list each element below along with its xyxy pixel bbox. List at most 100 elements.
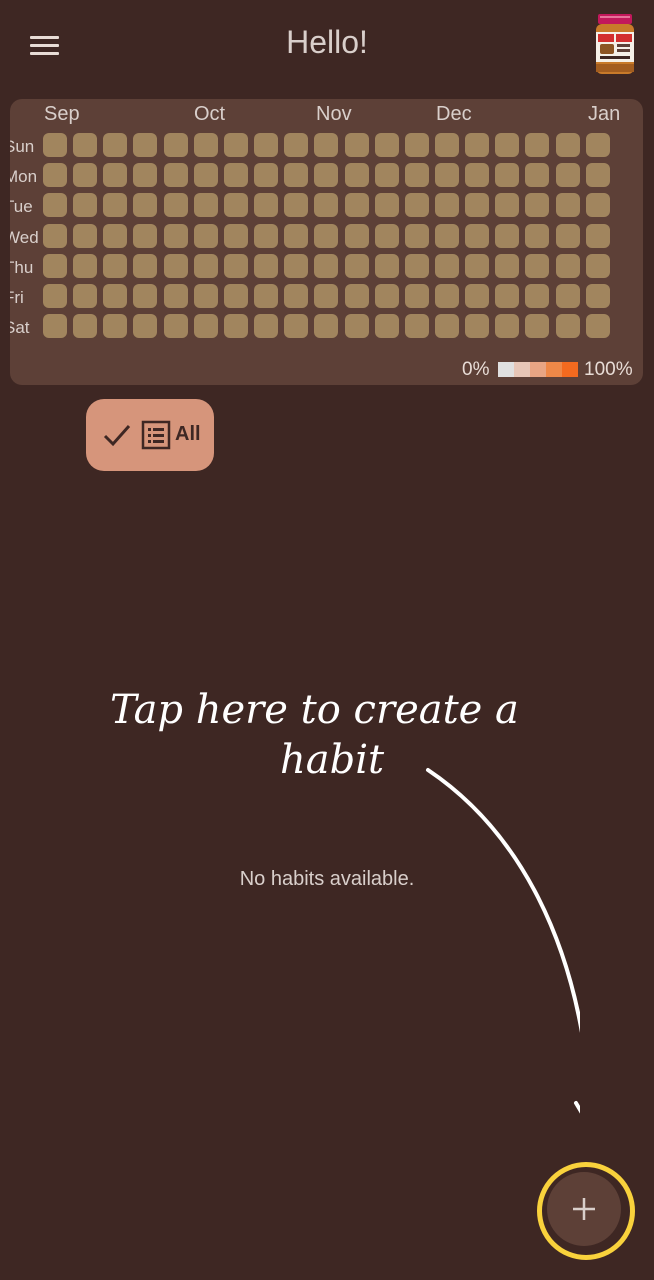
heatmap-cell[interactable] — [404, 223, 429, 248]
heatmap-cell[interactable] — [465, 223, 490, 248]
heatmap-cell[interactable] — [465, 163, 490, 188]
heatmap-cell[interactable] — [404, 253, 429, 278]
heatmap-cell[interactable] — [284, 223, 309, 248]
heatmap-cell[interactable] — [525, 223, 550, 248]
heatmap-cell[interactable] — [254, 253, 279, 278]
heatmap-cell[interactable] — [585, 133, 610, 157]
heatmap-cell[interactable] — [43, 253, 67, 278]
heatmap-cell[interactable] — [555, 284, 580, 308]
heatmap-cell[interactable] — [525, 133, 550, 157]
heatmap-cell[interactable] — [585, 314, 610, 339]
heatmap-cell[interactable] — [555, 133, 580, 157]
heatmap-cell[interactable] — [223, 314, 248, 339]
heatmap-cell[interactable] — [434, 253, 459, 278]
heatmap-cell[interactable] — [555, 314, 580, 339]
heatmap-cell[interactable] — [254, 133, 279, 157]
heatmap-cell[interactable] — [193, 163, 218, 188]
heatmap-cell[interactable] — [314, 193, 339, 218]
heatmap-cell[interactable] — [555, 163, 580, 188]
heatmap-cell[interactable] — [434, 284, 459, 308]
heatmap-cell[interactable] — [133, 253, 158, 278]
heatmap-cell[interactable] — [465, 133, 490, 157]
heatmap-cell[interactable] — [103, 253, 128, 278]
heatmap-cell[interactable] — [103, 193, 128, 218]
heatmap-cell[interactable] — [254, 284, 279, 308]
heatmap-cell[interactable] — [465, 253, 490, 278]
heatmap-cell[interactable] — [495, 223, 520, 248]
heatmap-cell[interactable] — [344, 223, 369, 248]
heatmap-cell[interactable] — [43, 193, 67, 218]
heatmap-cell[interactable] — [223, 193, 248, 218]
heatmap-cell[interactable] — [374, 193, 399, 218]
heatmap-cell[interactable] — [555, 223, 580, 248]
heatmap-cell[interactable] — [43, 223, 67, 248]
heatmap-cell[interactable] — [73, 284, 98, 308]
heatmap-cell[interactable] — [133, 163, 158, 188]
heatmap-cell[interactable] — [314, 223, 339, 248]
heatmap-cell[interactable] — [103, 284, 128, 308]
heatmap-cell[interactable] — [43, 314, 67, 339]
heatmap-cell[interactable] — [43, 133, 67, 157]
heatmap-cell[interactable] — [434, 314, 459, 339]
heatmap-cell[interactable] — [133, 314, 158, 339]
heatmap-cell[interactable] — [404, 163, 429, 188]
heatmap-cell[interactable] — [223, 223, 248, 248]
heatmap-cell[interactable] — [314, 314, 339, 339]
heatmap-cell[interactable] — [495, 253, 520, 278]
heatmap-cell[interactable] — [284, 133, 309, 157]
heatmap-cell[interactable] — [223, 284, 248, 308]
heatmap-cell[interactable] — [43, 284, 67, 308]
heatmap-cell[interactable] — [404, 133, 429, 157]
heatmap-cell[interactable] — [344, 133, 369, 157]
add-habit-button[interactable] — [547, 1172, 621, 1246]
heatmap-cell[interactable] — [193, 223, 218, 248]
heatmap-cell[interactable] — [344, 193, 369, 218]
heatmap-cell[interactable] — [223, 133, 248, 157]
heatmap-cell[interactable] — [193, 314, 218, 339]
heatmap-cell[interactable] — [193, 133, 218, 157]
heatmap-cell[interactable] — [133, 133, 158, 157]
heatmap-cell[interactable] — [73, 314, 98, 339]
heatmap-cell[interactable] — [525, 314, 550, 339]
heatmap-cell[interactable] — [374, 223, 399, 248]
heatmap-cell[interactable] — [314, 284, 339, 308]
heatmap-cell[interactable] — [284, 314, 309, 339]
heatmap-cell[interactable] — [585, 253, 610, 278]
heatmap-cell[interactable] — [555, 253, 580, 278]
heatmap-cell[interactable] — [133, 284, 158, 308]
heatmap-cell[interactable] — [374, 163, 399, 188]
filter-all-chip[interactable]: All — [86, 399, 214, 471]
heatmap-cell[interactable] — [434, 223, 459, 248]
heatmap-cell[interactable] — [193, 284, 218, 308]
heatmap-cell[interactable] — [495, 163, 520, 188]
heatmap-cell[interactable] — [374, 284, 399, 308]
heatmap-cell[interactable] — [434, 163, 459, 188]
heatmap-cell[interactable] — [525, 193, 550, 218]
heatmap-cell[interactable] — [254, 314, 279, 339]
heatmap-cell[interactable] — [404, 193, 429, 218]
heatmap-cell[interactable] — [465, 284, 490, 308]
heatmap-cell[interactable] — [163, 253, 188, 278]
heatmap-cell[interactable] — [495, 284, 520, 308]
heatmap-cell[interactable] — [163, 223, 188, 248]
heatmap-cell[interactable] — [254, 163, 279, 188]
heatmap-cell[interactable] — [314, 163, 339, 188]
heatmap-cell[interactable] — [555, 193, 580, 218]
heatmap-cell[interactable] — [404, 284, 429, 308]
heatmap-cell[interactable] — [495, 193, 520, 218]
heatmap-cell[interactable] — [404, 314, 429, 339]
heatmap-cell[interactable] — [193, 193, 218, 218]
heatmap-cell[interactable] — [465, 193, 490, 218]
heatmap-cell[interactable] — [314, 253, 339, 278]
heatmap-cell[interactable] — [254, 193, 279, 218]
heatmap-cell[interactable] — [344, 163, 369, 188]
heatmap-cell[interactable] — [43, 163, 67, 188]
heatmap-cell[interactable] — [103, 314, 128, 339]
heatmap-cell[interactable] — [133, 223, 158, 248]
heatmap-cell[interactable] — [223, 253, 248, 278]
heatmap-cell[interactable] — [284, 163, 309, 188]
heatmap-cell[interactable] — [73, 163, 98, 188]
heatmap-cell[interactable] — [163, 193, 188, 218]
heatmap-cell[interactable] — [73, 133, 98, 157]
heatmap-cell[interactable] — [103, 223, 128, 248]
